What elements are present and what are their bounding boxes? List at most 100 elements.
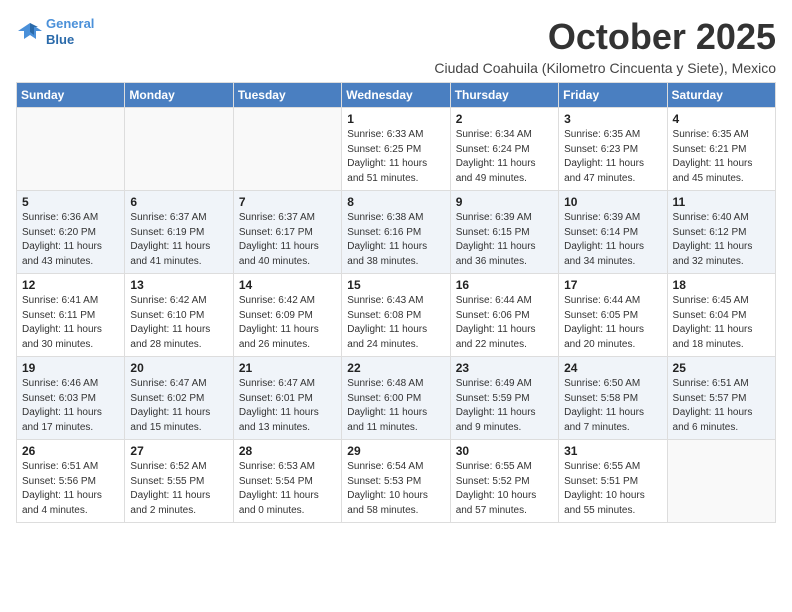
day-number: 23 <box>456 361 553 375</box>
calendar-cell: 22 Sunrise: 6:48 AM Sunset: 6:00 PM Dayli… <box>342 357 450 440</box>
weekday-header-row: SundayMondayTuesdayWednesdayThursdayFrid… <box>17 83 776 108</box>
calendar-cell: 16 Sunrise: 6:44 AM Sunset: 6:06 PM Dayli… <box>450 274 558 357</box>
logo-text: General Blue <box>46 16 94 47</box>
day-number: 31 <box>564 444 661 458</box>
day-number: 18 <box>673 278 770 292</box>
calendar-cell: 25 Sunrise: 6:51 AM Sunset: 5:57 PM Dayli… <box>667 357 775 440</box>
day-number: 7 <box>239 195 336 209</box>
day-info: Sunrise: 6:54 AM Sunset: 5:53 PM Dayligh… <box>347 460 444 518</box>
calendar-cell: 1 Sunrise: 6:33 AM Sunset: 6:25 PM Daylig… <box>342 108 450 191</box>
calendar-cell: 31 Sunrise: 6:55 AM Sunset: 5:51 PM Dayli… <box>559 440 667 523</box>
day-info: Sunrise: 6:47 AM Sunset: 6:02 PM Dayligh… <box>130 377 227 435</box>
logo-icon <box>16 21 44 43</box>
calendar-cell: 15 Sunrise: 6:43 AM Sunset: 6:08 PM Dayli… <box>342 274 450 357</box>
day-number: 13 <box>130 278 227 292</box>
day-number: 25 <box>673 361 770 375</box>
day-info: Sunrise: 6:35 AM Sunset: 6:21 PM Dayligh… <box>673 128 770 186</box>
day-info: Sunrise: 6:42 AM Sunset: 6:10 PM Dayligh… <box>130 294 227 352</box>
day-info: Sunrise: 6:44 AM Sunset: 6:06 PM Dayligh… <box>456 294 553 352</box>
calendar-week-row: 12Sunrise: 6:41 AM Sunset: 6:11 PM Dayli… <box>17 274 776 357</box>
day-info: Sunrise: 6:55 AM Sunset: 5:51 PM Dayligh… <box>564 460 661 518</box>
day-number: 29 <box>347 444 444 458</box>
day-number: 20 <box>130 361 227 375</box>
calendar-cell: 26 Sunrise: 6:51 AM Sunset: 5:56 PM Dayli… <box>17 440 125 523</box>
calendar-cell <box>125 108 233 191</box>
day-number: 21 <box>239 361 336 375</box>
day-number: 1 <box>347 112 444 126</box>
day-info: Sunrise: 6:39 AM Sunset: 6:14 PM Dayligh… <box>564 211 661 269</box>
calendar-cell: 30 Sunrise: 6:55 AM Sunset: 5:52 PM Dayli… <box>450 440 558 523</box>
day-info: Sunrise: 6:37 AM Sunset: 6:17 PM Dayligh… <box>239 211 336 269</box>
day-number: 22 <box>347 361 444 375</box>
day-number: 28 <box>239 444 336 458</box>
weekday-header-thursday: Thursday <box>450 83 558 108</box>
day-number: 15 <box>347 278 444 292</box>
calendar-cell: 8 Sunrise: 6:38 AM Sunset: 6:16 PM Daylig… <box>342 191 450 274</box>
day-info: Sunrise: 6:35 AM Sunset: 6:23 PM Dayligh… <box>564 128 661 186</box>
calendar-cell: 17 Sunrise: 6:44 AM Sunset: 6:05 PM Dayli… <box>559 274 667 357</box>
calendar-cell: 9 Sunrise: 6:39 AM Sunset: 6:15 PM Daylig… <box>450 191 558 274</box>
calendar-cell: 7 Sunrise: 6:37 AM Sunset: 6:17 PM Daylig… <box>233 191 341 274</box>
calendar-cell: 13 Sunrise: 6:42 AM Sunset: 6:10 PM Dayli… <box>125 274 233 357</box>
calendar-table: SundayMondayTuesdayWednesdayThursdayFrid… <box>16 82 776 523</box>
day-number: 9 <box>456 195 553 209</box>
weekday-header-wednesday: Wednesday <box>342 83 450 108</box>
calendar-cell: 23 Sunrise: 6:49 AM Sunset: 5:59 PM Dayli… <box>450 357 558 440</box>
calendar-week-row: 26 Sunrise: 6:51 AM Sunset: 5:56 PM Dayli… <box>17 440 776 523</box>
day-info: Sunrise: 6:45 AM Sunset: 6:04 PM Dayligh… <box>673 294 770 352</box>
day-info: Sunrise: 6:41 AM Sunset: 6:11 PM Dayligh… <box>22 294 119 352</box>
day-number: 11 <box>673 195 770 209</box>
calendar-cell <box>233 108 341 191</box>
day-info: Sunrise: 6:40 AM Sunset: 6:12 PM Dayligh… <box>673 211 770 269</box>
day-number: 5 <box>22 195 119 209</box>
calendar-week-row: 19Sunrise: 6:46 AM Sunset: 6:03 PM Dayli… <box>17 357 776 440</box>
day-number: 24 <box>564 361 661 375</box>
month-title: October 2025 <box>434 16 776 58</box>
calendar-week-row: 5 Sunrise: 6:36 AM Sunset: 6:20 PM Daylig… <box>17 191 776 274</box>
day-number: 30 <box>456 444 553 458</box>
day-info: Sunrise: 6:49 AM Sunset: 5:59 PM Dayligh… <box>456 377 553 435</box>
title-area: October 2025 Ciudad Coahuila (Kilometro … <box>434 16 776 76</box>
calendar-cell: 14Sunrise: 6:42 AM Sunset: 6:09 PM Dayli… <box>233 274 341 357</box>
calendar-cell: 6Sunrise: 6:37 AM Sunset: 6:19 PM Daylig… <box>125 191 233 274</box>
day-info: Sunrise: 6:36 AM Sunset: 6:20 PM Dayligh… <box>22 211 119 269</box>
day-info: Sunrise: 6:53 AM Sunset: 5:54 PM Dayligh… <box>239 460 336 518</box>
day-number: 2 <box>456 112 553 126</box>
day-info: Sunrise: 6:50 AM Sunset: 5:58 PM Dayligh… <box>564 377 661 435</box>
day-info: Sunrise: 6:33 AM Sunset: 6:25 PM Dayligh… <box>347 128 444 186</box>
calendar-cell <box>667 440 775 523</box>
calendar-week-row: 1 Sunrise: 6:33 AM Sunset: 6:25 PM Daylig… <box>17 108 776 191</box>
weekday-header-friday: Friday <box>559 83 667 108</box>
day-info: Sunrise: 6:48 AM Sunset: 6:00 PM Dayligh… <box>347 377 444 435</box>
day-info: Sunrise: 6:52 AM Sunset: 5:55 PM Dayligh… <box>130 460 227 518</box>
day-info: Sunrise: 6:43 AM Sunset: 6:08 PM Dayligh… <box>347 294 444 352</box>
calendar-cell: 28 Sunrise: 6:53 AM Sunset: 5:54 PM Dayli… <box>233 440 341 523</box>
day-number: 10 <box>564 195 661 209</box>
day-info: Sunrise: 6:38 AM Sunset: 6:16 PM Dayligh… <box>347 211 444 269</box>
calendar-cell: 3Sunrise: 6:35 AM Sunset: 6:23 PM Daylig… <box>559 108 667 191</box>
day-info: Sunrise: 6:51 AM Sunset: 5:57 PM Dayligh… <box>673 377 770 435</box>
calendar-cell: 5 Sunrise: 6:36 AM Sunset: 6:20 PM Daylig… <box>17 191 125 274</box>
location-title: Ciudad Coahuila (Kilometro Cincuenta y S… <box>434 60 776 76</box>
day-number: 16 <box>456 278 553 292</box>
day-number: 8 <box>347 195 444 209</box>
day-info: Sunrise: 6:39 AM Sunset: 6:15 PM Dayligh… <box>456 211 553 269</box>
day-number: 26 <box>22 444 119 458</box>
calendar-cell: 11 Sunrise: 6:40 AM Sunset: 6:12 PM Dayli… <box>667 191 775 274</box>
day-number: 19 <box>22 361 119 375</box>
day-info: Sunrise: 6:44 AM Sunset: 6:05 PM Dayligh… <box>564 294 661 352</box>
weekday-header-sunday: Sunday <box>17 83 125 108</box>
day-info: Sunrise: 6:37 AM Sunset: 6:19 PM Dayligh… <box>130 211 227 269</box>
day-number: 17 <box>564 278 661 292</box>
calendar-cell: 18 Sunrise: 6:45 AM Sunset: 6:04 PM Dayli… <box>667 274 775 357</box>
calendar-cell: 24 Sunrise: 6:50 AM Sunset: 5:58 PM Dayli… <box>559 357 667 440</box>
calendar-cell: 20 Sunrise: 6:47 AM Sunset: 6:02 PM Dayli… <box>125 357 233 440</box>
calendar-cell: 4Sunrise: 6:35 AM Sunset: 6:21 PM Daylig… <box>667 108 775 191</box>
logo: General Blue <box>16 16 94 47</box>
calendar-cell: 27Sunrise: 6:52 AM Sunset: 5:55 PM Dayli… <box>125 440 233 523</box>
weekday-header-saturday: Saturday <box>667 83 775 108</box>
day-info: Sunrise: 6:51 AM Sunset: 5:56 PM Dayligh… <box>22 460 119 518</box>
day-info: Sunrise: 6:55 AM Sunset: 5:52 PM Dayligh… <box>456 460 553 518</box>
day-info: Sunrise: 6:47 AM Sunset: 6:01 PM Dayligh… <box>239 377 336 435</box>
day-number: 14 <box>239 278 336 292</box>
